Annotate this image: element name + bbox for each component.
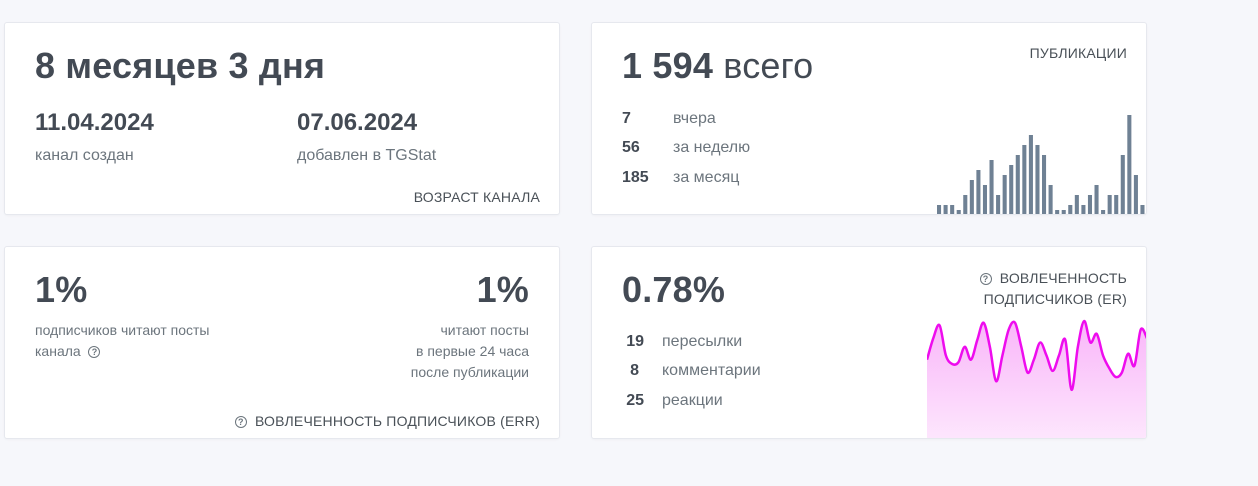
err-left-note: подписчиков читают посты канала ? (35, 320, 209, 362)
publications-bar (1035, 145, 1040, 214)
publications-caption: ПУБЛИКАЦИИ (1029, 45, 1127, 61)
publications-bar (956, 210, 961, 214)
publications-bar (950, 205, 955, 214)
er-card: 0.78% ? ВОВЛЕЧЕННОСТЬ ПОДПИСЧИКОВ (ER) 1… (591, 246, 1147, 439)
stat-forwards: 19 пересылки (622, 333, 842, 353)
publications-bar (1009, 165, 1014, 214)
publications-bar (1107, 195, 1112, 214)
publications-bar (1127, 115, 1132, 214)
publications-bar (943, 205, 948, 214)
channel-age-title: 8 месяцев 3 дня (35, 45, 326, 86)
publications-bar (1002, 175, 1007, 214)
publications-bar (1061, 210, 1066, 214)
err-left-note-line2: канала (35, 343, 81, 359)
created-date: 11.04.2024 (35, 109, 154, 136)
stat-value: 25 (626, 392, 644, 409)
publications-bar (1101, 210, 1106, 214)
stat-month: 185 за месяц (622, 169, 822, 189)
err-card: 1% подписчиков читают посты канала ? 1% … (4, 246, 560, 439)
publications-bar (982, 185, 988, 214)
publications-bar (1120, 155, 1125, 214)
publications-bar (937, 205, 942, 214)
err-right-note-line3: после публикации (410, 364, 529, 380)
err-left-value: 1% (35, 269, 88, 310)
er-caption[interactable]: ? ВОВЛЕЧЕННОСТЬ ПОДПИСЧИКОВ (ER) (979, 268, 1127, 310)
publications-bar (1094, 185, 1099, 214)
publications-bar (1140, 205, 1145, 214)
publications-bar (1074, 195, 1079, 214)
question-circle-icon[interactable]: ? (979, 273, 992, 285)
err-right-value: 1% (476, 269, 529, 310)
added-label: добавлен в TGStat (297, 147, 437, 164)
publications-bar (976, 170, 981, 214)
publications-bar (1015, 155, 1020, 214)
err-caption[interactable]: ? ВОВЛЕЧЕННОСТЬ ПОДПИСЧИКОВ (ERR) (234, 413, 540, 429)
publications-total-word: всего (723, 45, 814, 86)
publications-total-value: 1 594 (622, 45, 714, 86)
stat-label: комментарии (662, 362, 761, 379)
publications-bar (989, 160, 994, 214)
err-left-note-line1: подписчиков читают посты (35, 322, 210, 338)
publications-bar (1081, 205, 1086, 214)
publications-total: 1 594 всего (622, 45, 813, 87)
created-label: канал создан (35, 147, 134, 164)
publications-bar (1068, 205, 1073, 214)
stat-reactions: 25 реакции (622, 392, 842, 412)
publications-bar (1048, 185, 1053, 214)
publications-card: 1 594 всего ПУБЛИКАЦИИ 7 вчера 56 за нед… (591, 22, 1147, 215)
er-sparkline-chart (927, 319, 1146, 438)
stat-value: 19 (626, 333, 644, 350)
publications-bar-chart (937, 115, 1145, 214)
publications-bar (963, 195, 968, 214)
publications-bar (996, 195, 1001, 214)
publications-bar (1114, 195, 1119, 214)
err-right-note-line1: читают посты (440, 322, 530, 338)
channel-age-caption: ВОЗРАСТ КАНАЛА (413, 189, 540, 205)
stat-value: 7 (622, 110, 631, 127)
stat-label: за неделю (673, 139, 751, 156)
stat-label: пересылки (662, 333, 743, 350)
er-caption-line1: ВОВЛЕЧЕННОСТЬ (999, 270, 1127, 286)
stat-comments: 8 комментарии (622, 362, 842, 382)
err-right-note-line2: в первые 24 часа (416, 343, 529, 359)
question-circle-icon[interactable]: ? (234, 416, 247, 428)
er-caption-line2: ПОДПИСЧИКОВ (ER) (983, 291, 1127, 307)
err-caption-text: ВОВЛЕЧЕННОСТЬ ПОДПИСЧИКОВ (ERR) (254, 413, 540, 429)
stat-week: 56 за неделю (622, 139, 822, 159)
publications-bar (1042, 155, 1047, 214)
stat-label: за месяц (673, 169, 740, 186)
publications-bar (969, 180, 974, 214)
channel-age-card: 8 месяцев 3 дня 11.04.2024 канал создан … (4, 22, 560, 215)
stat-value: 56 (622, 139, 640, 156)
stat-label: вчера (673, 110, 716, 127)
publications-bar (1087, 195, 1093, 214)
publications-bar (1133, 175, 1138, 214)
added-date: 07.06.2024 (297, 109, 418, 136)
question-circle-icon[interactable]: ? (88, 346, 101, 358)
stat-yesterday: 7 вчера (622, 110, 822, 130)
er-value: 0.78% (622, 269, 726, 310)
publications-bar (1028, 135, 1033, 214)
publications-bar (1022, 145, 1027, 214)
stat-value: 8 (630, 362, 639, 379)
stat-label: реакции (662, 392, 723, 409)
publications-bar (1055, 210, 1060, 214)
stat-value: 185 (622, 169, 649, 186)
er-sparkline-area (927, 320, 1146, 438)
err-right-note: читают посты в первые 24 часа после публ… (411, 320, 529, 383)
